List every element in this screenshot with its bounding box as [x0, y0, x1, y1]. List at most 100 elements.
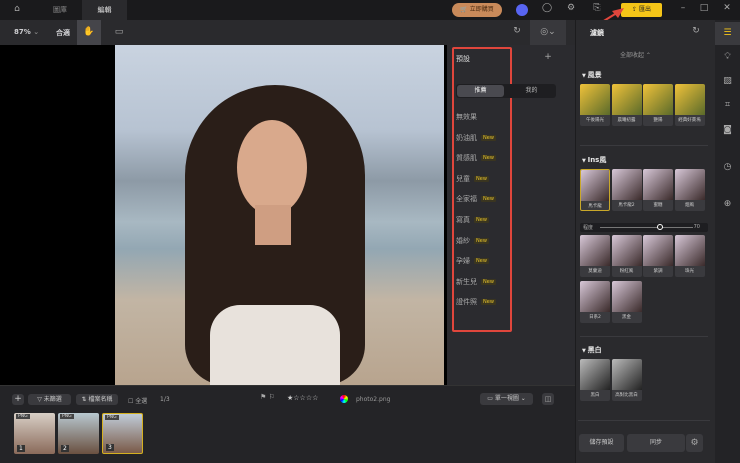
tab-recommended[interactable]: 推薦	[457, 85, 504, 97]
thumbnail-number: 3	[106, 444, 114, 451]
filter-thumbnail[interactable]: 黑白	[580, 359, 610, 401]
split-view-icon[interactable]: ◫	[542, 393, 554, 405]
save-preset-button[interactable]: 儲存預設	[579, 434, 624, 452]
sync-button[interactable]: 同步	[627, 434, 685, 452]
camera-icon[interactable]: ◙	[715, 125, 740, 135]
tab-mine[interactable]: 我的	[508, 85, 555, 97]
filter-thumbnail[interactable]: 馬卡龍	[580, 169, 610, 211]
filter-thumbnail[interactable]: 黑金	[611, 281, 642, 323]
new-badge: New	[481, 196, 496, 203]
home-icon[interactable]: ⌂	[10, 4, 24, 14]
filmstrip-thumbnail[interactable]: PNG 2	[58, 413, 99, 454]
reset-icon[interactable]: ↻	[510, 26, 524, 36]
preset-item[interactable]: 全家福 New	[456, 194, 496, 204]
filter-thumbnail[interactable]: 烟風	[674, 169, 705, 211]
filter-thumbnail[interactable]: 珠光	[674, 235, 705, 277]
zoom-dropdown[interactable]: 87% ⌄	[14, 28, 39, 36]
strength-slider[interactable]: 程度 70	[580, 223, 708, 232]
slider-handle[interactable]	[657, 224, 663, 230]
minimize-button[interactable]: –	[676, 3, 690, 13]
filter-thumbnail[interactable]: 馬卡龍2	[611, 169, 642, 211]
filter-label: 艷陽	[653, 118, 663, 123]
filter-button[interactable]: ▽ 未篩選	[28, 394, 71, 405]
filter-label: 晨曦初露	[617, 118, 636, 123]
filter-preview-image	[643, 169, 673, 200]
filter-preview-image	[643, 84, 673, 115]
preset-label: 寫真	[456, 216, 470, 224]
preset-item[interactable]: 新生兒 New	[456, 277, 496, 287]
format-badge: PNG	[105, 415, 119, 420]
preset-item[interactable]: 質感肌 New	[456, 153, 496, 163]
filter-preview-image	[643, 235, 673, 266]
filter-section-header[interactable]: ▼ 黑白	[582, 345, 602, 355]
filter-thumbnail[interactable]: 高對比黑白	[611, 359, 642, 401]
flag-icons[interactable]: ⚑ ⚐	[260, 393, 275, 401]
maximize-button[interactable]: □	[697, 3, 711, 13]
preset-item[interactable]: 證件照 New	[456, 297, 496, 307]
filter-label: 高對比黑白	[615, 393, 638, 398]
filmstrip-thumbnail[interactable]: PNG 3	[102, 413, 143, 454]
filter-thumbnail[interactable]: 艷陽	[643, 84, 673, 126]
filters-reset-icon[interactable]: ↻	[690, 26, 702, 36]
adjust-icon[interactable]: ☰	[715, 22, 740, 45]
preset-item[interactable]: 寫真 New	[456, 215, 489, 225]
filter-label: 午後陽光	[586, 118, 604, 123]
filter-section-header[interactable]: ▼ Ins風	[582, 155, 606, 165]
filter-thumbnail[interactable]: 粉紅風	[611, 235, 642, 277]
filter-thumbnail[interactable]: 紫調	[643, 235, 673, 277]
sync-settings-icon[interactable]: ⚙	[686, 434, 703, 452]
filter-preview-image	[674, 84, 705, 115]
select-all-checkbox[interactable]: ☐ 全選	[128, 396, 147, 405]
tab-library[interactable]: 圖庫	[42, 0, 78, 20]
add-photo-button[interactable]: +	[12, 394, 24, 405]
image-icon[interactable]: ▨	[715, 76, 740, 86]
format-badge: PNG	[16, 414, 30, 419]
preset-label: 孕婦	[456, 257, 470, 266]
filter-preview-image	[580, 281, 610, 312]
filter-thumbnail[interactable]: 日系2	[580, 281, 610, 323]
filter-section-header[interactable]: ▼ 風景	[582, 70, 602, 80]
preset-item[interactable]: 孕婦 New	[456, 256, 489, 266]
preset-label: 兒童	[456, 174, 470, 183]
sort-button[interactable]: ⇅ 檔案名稱	[76, 394, 118, 405]
filter-preview-image	[611, 235, 642, 266]
new-badge: New	[474, 258, 489, 265]
filter-preview-image	[580, 84, 610, 115]
tab-edit[interactable]: 編輯	[82, 0, 127, 20]
filename: photo2.png	[356, 396, 391, 403]
filter-thumbnail[interactable]: 莫蘭迪	[580, 235, 610, 277]
compare-icon[interactable]: ▭	[112, 27, 126, 37]
filter-thumbnail[interactable]: 蜜糖	[643, 169, 673, 211]
filter-thumbnail[interactable]: 午後陽光	[580, 84, 610, 126]
collapse-all-button[interactable]: 全部收起 ⌃	[620, 50, 651, 59]
filter-preview-image	[580, 235, 610, 266]
star-rating[interactable]: ★☆☆☆☆	[287, 394, 318, 402]
add-icon[interactable]: ⊕	[715, 199, 740, 209]
history-icon[interactable]: ◷	[715, 162, 740, 172]
filter-label: 珠光	[685, 269, 694, 274]
preset-item[interactable]: 無效果	[456, 112, 477, 122]
crop-icon[interactable]: ⌗	[715, 100, 740, 110]
buy-button[interactable]: 🛒 立即購買	[452, 3, 502, 17]
add-preset-icon[interactable]: +	[542, 52, 554, 62]
fit-button[interactable]: 合適	[56, 28, 70, 38]
preset-item[interactable]: 婚紗 New	[456, 236, 489, 246]
filter-label: 莫蘭迪	[588, 269, 602, 274]
filter-thumbnail[interactable]: 經典好萊塢	[674, 84, 705, 126]
new-badge: New	[481, 134, 496, 141]
bulb-icon[interactable]: 💡︎	[715, 52, 740, 62]
filter-preview-image	[674, 169, 705, 200]
preset-item[interactable]: 兒童 New	[456, 174, 489, 184]
view-label: 單一視圖	[494, 395, 519, 402]
close-button[interactable]: ✕	[720, 3, 734, 13]
filter-preview-image	[611, 169, 642, 200]
view-mode-dropdown[interactable]: ▭ 單一視圖 ⌄	[480, 393, 533, 405]
filter-label: 黑白	[590, 393, 600, 398]
hand-tool-icon[interactable]: ✋	[77, 20, 101, 45]
presets-toggle-icon[interactable]: ◎⌄	[530, 20, 566, 45]
strength-label: 程度	[583, 225, 594, 231]
preset-item[interactable]: 奶油肌 New	[456, 133, 496, 143]
filmstrip-thumbnail[interactable]: PNG 1	[14, 413, 55, 454]
filter-thumbnail[interactable]: 晨曦初露	[611, 84, 642, 126]
color-label-icon[interactable]	[340, 395, 348, 403]
